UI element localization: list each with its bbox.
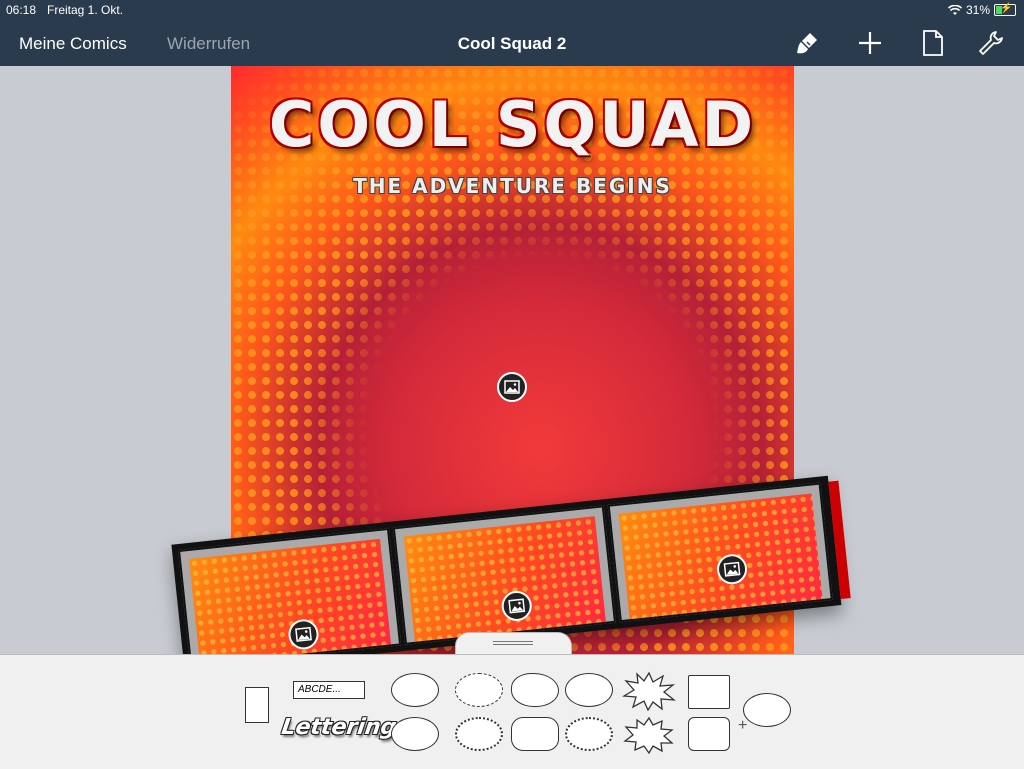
burst-bubble-tool[interactable]	[622, 715, 676, 755]
strip-panel-1[interactable]	[178, 527, 402, 654]
rounded-bubble-tool[interactable]	[511, 717, 559, 751]
box-bubble-tool[interactable]	[688, 717, 730, 751]
speech-bubble-tool[interactable]	[565, 673, 613, 707]
plus-icon	[859, 32, 881, 54]
battery-percent: 31%	[965, 3, 990, 17]
whisper-bubble-tool[interactable]	[455, 673, 503, 707]
panel-tool[interactable]	[245, 687, 269, 723]
status-bar: 06:18 Freitag 1. Okt. 31% ⚡	[0, 0, 1024, 20]
undo-button[interactable]: Widerrufen	[167, 34, 250, 54]
caption-tool[interactable]: ABCDE...	[293, 681, 365, 699]
status-date: Freitag 1. Okt.	[47, 3, 124, 17]
image-icon	[723, 561, 741, 577]
cover-subtitle[interactable]: The Adventure Begins	[231, 174, 794, 198]
strip-edge	[828, 480, 851, 600]
add-bubble-tool[interactable]	[743, 693, 791, 727]
cover-title[interactable]: COOL SQUAD	[231, 88, 794, 161]
strip-panel-3[interactable]	[607, 482, 833, 623]
wifi-icon	[947, 4, 962, 15]
grip-icon	[493, 641, 533, 645]
brush-icon	[797, 33, 817, 54]
burst-bubble-tool[interactable]	[622, 671, 676, 711]
brush-button[interactable]	[792, 28, 822, 58]
navigation-bar: Meine Comics Widerrufen Cool Squad 2	[0, 20, 1024, 66]
image-icon	[508, 598, 526, 614]
canvas-area[interactable]: COOL SQUAD The Adventure Begins	[0, 66, 1024, 654]
status-time: 06:18	[6, 3, 37, 17]
image-icon	[504, 380, 520, 394]
wavy-bubble-tool[interactable]	[565, 717, 613, 751]
speech-bubble-tool[interactable]	[391, 717, 439, 751]
add-bubble-icon: +	[738, 717, 748, 734]
elements-drawer: ABCDE... Lettering +	[0, 654, 1024, 769]
shout-bubble-tool[interactable]	[455, 717, 503, 751]
speech-bubble-tool[interactable]	[391, 673, 439, 707]
settings-button[interactable]	[976, 28, 1006, 58]
page-button[interactable]	[918, 28, 948, 58]
image-icon	[295, 626, 312, 642]
wrench-icon	[979, 31, 1003, 55]
page-icon	[923, 30, 943, 56]
my-comics-button[interactable]: Meine Comics	[19, 34, 127, 54]
thought-bubble-tool[interactable]	[511, 673, 559, 707]
add-button[interactable]	[855, 28, 885, 58]
status-right: 31% ⚡	[947, 3, 1016, 17]
battery-icon: ⚡	[994, 3, 1016, 16]
box-bubble-tool[interactable]	[688, 675, 730, 709]
lettering-tool[interactable]: Lettering	[279, 715, 398, 749]
strip-panel-2[interactable]	[392, 505, 616, 645]
add-image-button[interactable]	[497, 372, 527, 402]
